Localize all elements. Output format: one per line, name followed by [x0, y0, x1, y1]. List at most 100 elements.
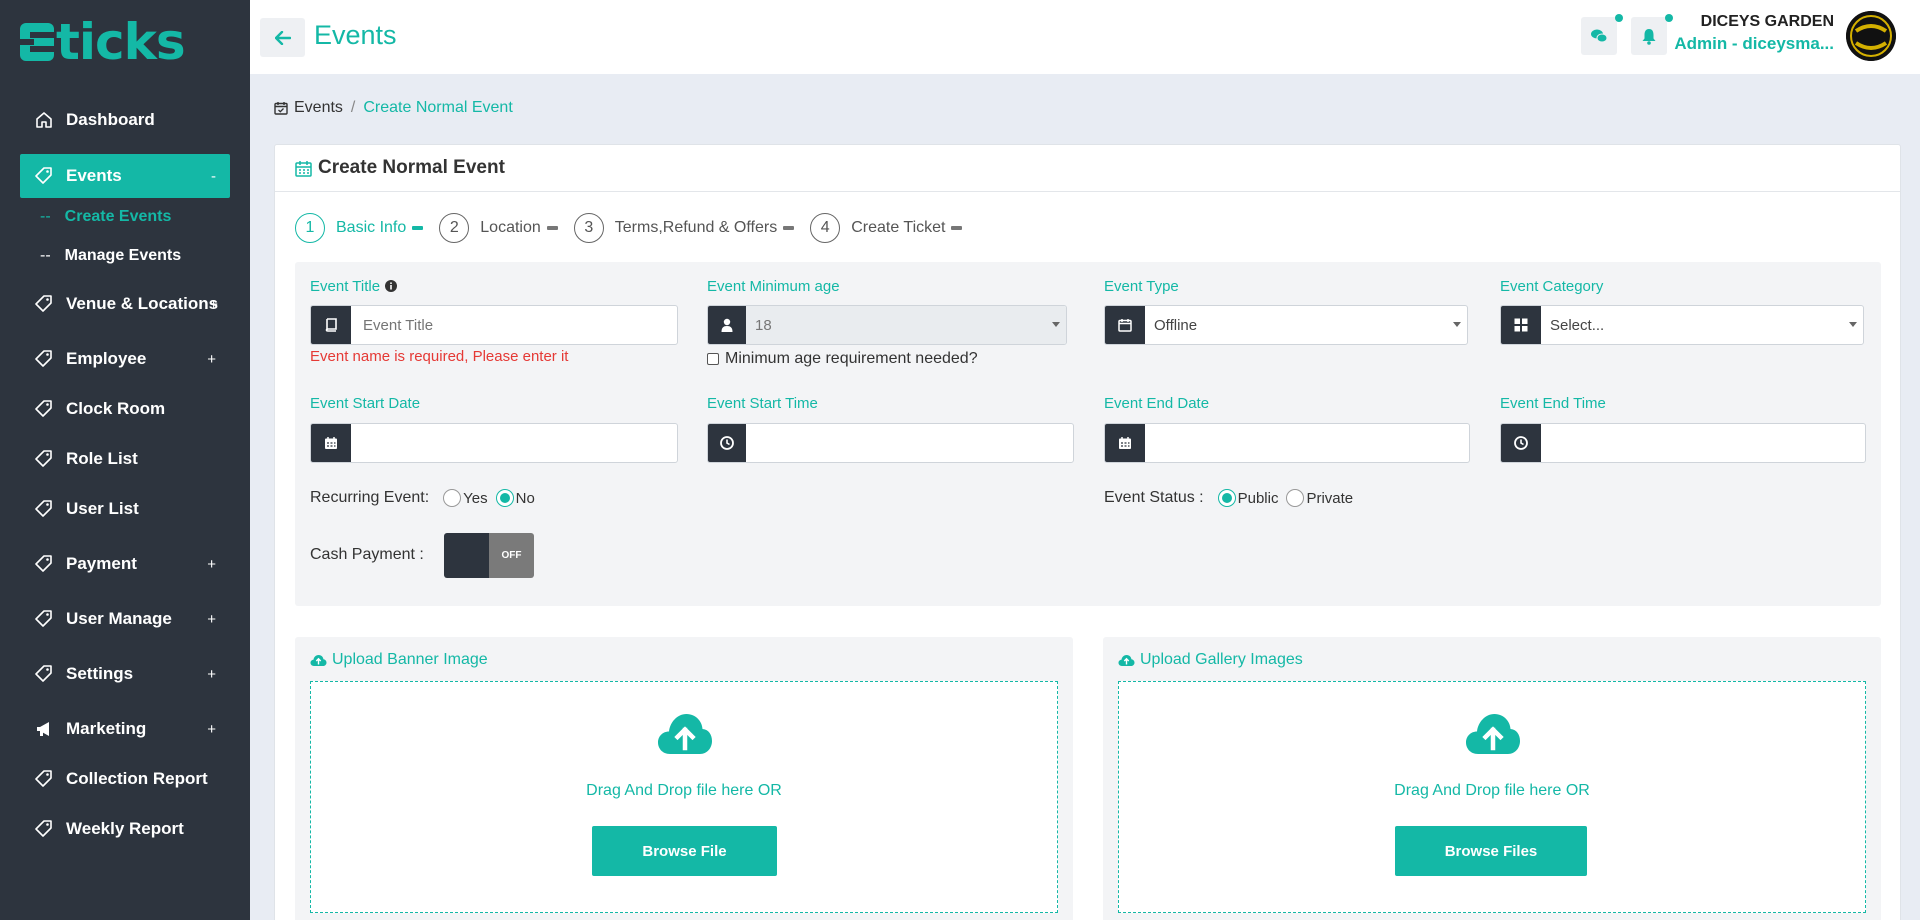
- breadcrumb-separator: /: [350, 99, 356, 116]
- gallery-drop-text: Drag And Drop file here OR: [1394, 782, 1590, 799]
- status-public-radio[interactable]: [1217, 489, 1236, 507]
- sidebar-subitem-create-events[interactable]: -- Create Events: [40, 208, 171, 226]
- collapse-indicator: -: [211, 167, 216, 185]
- event-category-select[interactable]: Select...: [1541, 306, 1863, 344]
- gallery-upload-panel: Upload Gallery Images Drag And Drop file…: [1103, 637, 1881, 920]
- event-title-label: Event Title: [310, 277, 381, 295]
- tag-icon: [34, 609, 54, 629]
- min-age-checkbox-label: Minimum age requirement needed?: [725, 350, 978, 367]
- tag-icon: [34, 664, 54, 684]
- min-age-label: Event Minimum age: [707, 277, 840, 295]
- event-title-field: Event Title: [310, 276, 398, 296]
- event-status-label: Event Status :: [1104, 489, 1204, 506]
- step-connector: [412, 226, 424, 230]
- sidebar-item-user-manage[interactable]: User Manage +: [20, 597, 230, 641]
- notification-dot: [1615, 14, 1623, 22]
- sidebar-subitem-manage-events[interactable]: -- Manage Events: [40, 247, 181, 265]
- breadcrumb-current: Create Normal Event: [363, 99, 513, 116]
- banner-dropzone[interactable]: Drag And Drop file here OR Browse File: [310, 681, 1058, 913]
- megaphone-icon: [34, 719, 54, 739]
- expand-indicator: +: [207, 720, 216, 738]
- sidebar-item-venue-locations[interactable]: Venue & Locations +: [20, 282, 230, 326]
- app-logo[interactable]: ticks: [16, 14, 186, 70]
- cash-payment-toggle[interactable]: OFF: [444, 533, 534, 578]
- calendar-icon: [311, 424, 351, 462]
- sidebar-item-role-list[interactable]: Role List: [20, 437, 230, 481]
- end-time-input-group: [1500, 423, 1866, 463]
- step-basic-info[interactable]: 1 Basic Info: [295, 213, 424, 243]
- step-location[interactable]: 2 Location: [439, 213, 558, 243]
- status-private-label[interactable]: Private: [1306, 490, 1353, 507]
- sidebar-item-employee[interactable]: Employee +: [20, 337, 230, 381]
- step-connector: [546, 226, 558, 230]
- browse-file-button[interactable]: Browse File: [592, 826, 777, 876]
- avatar[interactable]: [1846, 11, 1896, 61]
- create-event-card: Create Normal Event 1 Basic Info 2 Locat…: [274, 144, 1901, 920]
- gallery-dropzone[interactable]: Drag And Drop file here OR Browse Files: [1118, 681, 1866, 913]
- sidebar-item-dashboard[interactable]: Dashboard: [20, 98, 230, 142]
- event-type-select[interactable]: Offline: [1145, 306, 1467, 344]
- event-title-input[interactable]: [351, 306, 677, 344]
- end-date-label: Event End Date: [1104, 394, 1210, 412]
- status-public-label[interactable]: Public: [1238, 490, 1279, 507]
- arrow-left-icon: [274, 30, 291, 45]
- clock-icon: [708, 424, 746, 462]
- notification-dot: [1665, 14, 1673, 22]
- card-title: Create Normal Event: [318, 157, 505, 178]
- grid-icon: [1501, 306, 1541, 344]
- min-age-select[interactable]: 18: [746, 306, 1066, 344]
- user-role[interactable]: Admin - diceysma...: [1674, 34, 1834, 54]
- cloud-upload-icon: [1118, 654, 1135, 666]
- browse-files-button[interactable]: Browse Files: [1395, 826, 1587, 876]
- start-date-input[interactable]: [351, 424, 677, 462]
- expand-indicator: +: [207, 555, 216, 573]
- tag-icon: [34, 554, 54, 574]
- event-category-field: Event Category: [1500, 276, 1603, 296]
- expand-indicator: +: [207, 665, 216, 683]
- step-terms-refund-offers[interactable]: 3 Terms,Refund & Offers: [573, 213, 795, 243]
- min-age-checkbox-row[interactable]: Minimum age requirement needed?: [707, 350, 978, 368]
- chevron-down-icon: [1849, 322, 1857, 327]
- wizard-steps: 1 Basic Info 2 Location 3 Terms,Refund &…: [295, 213, 978, 243]
- recurring-no-radio[interactable]: [495, 489, 514, 507]
- toggle-knob: [444, 533, 489, 578]
- notifications-button[interactable]: [1631, 14, 1673, 55]
- recurring-event-label: Recurring Event:: [310, 489, 430, 506]
- user-name[interactable]: DICEYS GARDEN: [1701, 13, 1834, 31]
- chat-button[interactable]: [1581, 14, 1623, 55]
- breadcrumb-events[interactable]: Events: [294, 99, 343, 117]
- event-title-error: Event name is required, Please enter it: [310, 348, 569, 365]
- end-date-input[interactable]: [1145, 424, 1469, 462]
- sidebar-item-marketing[interactable]: Marketing +: [20, 707, 230, 751]
- end-time-input[interactable]: [1541, 424, 1865, 462]
- sidebar-item-payment[interactable]: Payment +: [20, 542, 230, 586]
- min-age-checkbox[interactable]: [707, 353, 719, 365]
- recurring-yes-label[interactable]: Yes: [463, 490, 487, 507]
- recurring-no-label[interactable]: No: [516, 490, 535, 507]
- cloud-upload-icon: [310, 654, 327, 666]
- status-private-radio[interactable]: [1286, 489, 1305, 507]
- user-icon: [708, 306, 746, 344]
- event-type-field: Event Type: [1104, 276, 1179, 296]
- sidebar-item-settings[interactable]: Settings +: [20, 652, 230, 696]
- chevron-down-icon: [1052, 322, 1060, 327]
- sidebar-item-clock-room[interactable]: Clock Room: [20, 387, 230, 431]
- tag-icon: [34, 499, 54, 519]
- sidebar-item-collection-report[interactable]: Collection Report: [20, 757, 230, 801]
- step-create-ticket[interactable]: 4 Create Ticket: [810, 213, 963, 243]
- sidebar-item-weekly-report[interactable]: Weekly Report: [20, 807, 230, 851]
- end-date-input-group: [1104, 423, 1470, 463]
- start-time-input[interactable]: [746, 424, 1073, 462]
- min-age-input-group: 18: [707, 305, 1067, 345]
- sidebar-item-events[interactable]: Events -: [20, 154, 230, 198]
- back-button[interactable]: [260, 18, 305, 57]
- cloud-upload-icon: [658, 714, 712, 754]
- sidebar-item-user-list[interactable]: User List: [20, 487, 230, 531]
- info-icon[interactable]: [385, 280, 398, 292]
- start-date-input-group: [310, 423, 678, 463]
- recurring-yes-radio[interactable]: [443, 489, 462, 507]
- clock-icon: [1501, 424, 1541, 462]
- tag-icon: [34, 166, 54, 186]
- start-time-input-group: [707, 423, 1074, 463]
- banner-drop-text: Drag And Drop file here OR: [586, 782, 782, 799]
